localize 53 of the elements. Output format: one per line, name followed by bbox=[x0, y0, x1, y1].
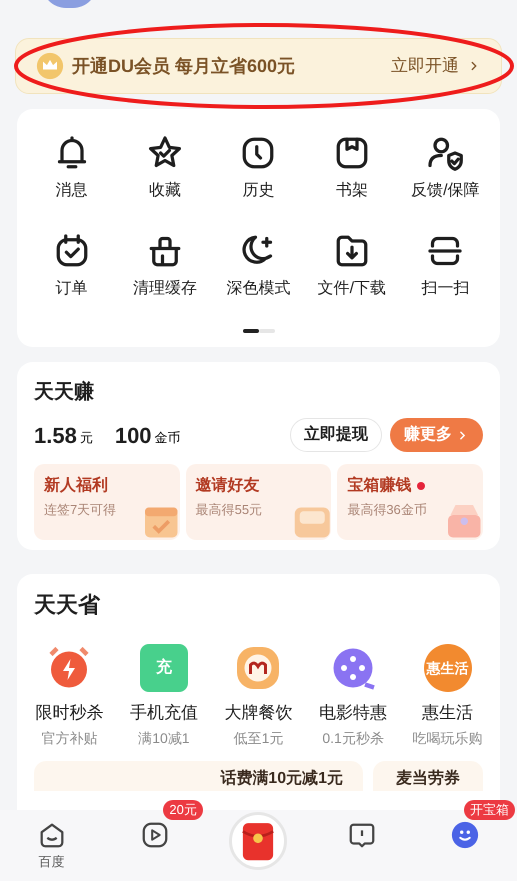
task-subtitle: 最高得36金币 bbox=[347, 501, 428, 519]
nav-tab[interactable] bbox=[450, 820, 480, 850]
tool-label[interactable]: 收藏 bbox=[149, 179, 182, 203]
deal-subtitle: 低至1元 bbox=[234, 728, 284, 748]
crown-icon bbox=[36, 52, 64, 80]
nav-tab[interactable] bbox=[140, 820, 170, 850]
tool-label[interactable]: 扫一扫 bbox=[421, 277, 470, 301]
tool-label[interactable]: 清理缓存 bbox=[133, 277, 198, 301]
coin-unit: 金币 bbox=[154, 428, 181, 447]
deal-subtitle: 官方补贴 bbox=[41, 728, 98, 748]
task-card[interactable]: 邀请好友 最高得55元 bbox=[186, 464, 332, 540]
vip-offer-text: 开通DU会员 每月立省600元 bbox=[72, 54, 296, 78]
deal-label[interactable]: 大牌餐饮 bbox=[224, 700, 292, 726]
section-title: 天天省 bbox=[34, 591, 102, 619]
task-card[interactable]: 宝箱赚钱 最高得36金币 bbox=[337, 464, 483, 540]
vip-open-link[interactable]: 立即开通 bbox=[391, 53, 459, 79]
phone-recharge-icon: 充 bbox=[140, 644, 188, 692]
vip-banner[interactable]: 开通DU会员 每月立省600元 立即开通 bbox=[15, 38, 502, 94]
deal-label[interactable]: 惠生活 bbox=[422, 700, 474, 726]
deal-label[interactable]: 限时秒杀 bbox=[35, 700, 104, 726]
cash-unit: 元 bbox=[80, 428, 93, 447]
tool-label[interactable]: 深色模式 bbox=[226, 277, 290, 301]
promo-title: 话费满10元减1元 bbox=[220, 768, 343, 788]
coin-amount: 100 bbox=[114, 422, 152, 450]
promo-title: 麦当劳券 bbox=[396, 768, 460, 788]
tool-label[interactable]: 反馈/保障 bbox=[411, 179, 480, 203]
deal-label[interactable]: 手机充值 bbox=[130, 700, 198, 726]
promo-card[interactable]: 麦当劳券 bbox=[373, 760, 483, 790]
cash-amount: 1.58 bbox=[34, 422, 77, 450]
task-subtitle: 最高得55元 bbox=[196, 501, 264, 519]
tool-label[interactable]: 历史 bbox=[242, 179, 274, 203]
task-title: 新人福利 bbox=[44, 475, 108, 496]
tool-label[interactable]: 书架 bbox=[336, 179, 368, 203]
round-badge-icon: 惠生活 bbox=[424, 644, 472, 692]
smiley-icon bbox=[450, 820, 480, 850]
tool-label[interactable]: 文件/下载 bbox=[318, 277, 386, 301]
play-icon bbox=[140, 820, 170, 850]
promo-card[interactable]: 话费满10元减1元 bbox=[34, 760, 363, 790]
deal-subtitle: 0.1元秒杀 bbox=[322, 728, 384, 748]
task-title: 宝箱赚钱 bbox=[347, 475, 412, 496]
task-subtitle: 连签7天可得 bbox=[44, 501, 118, 519]
nav-label[interactable]: 百度 bbox=[38, 852, 65, 872]
withdraw-button[interactable]: 立即提现 bbox=[290, 418, 382, 452]
task-title: 邀请好友 bbox=[196, 476, 260, 496]
nav-badge: 20元 bbox=[163, 800, 203, 820]
deal-subtitle: 满10减1 bbox=[138, 728, 190, 748]
tool-label[interactable]: 消息 bbox=[56, 179, 88, 203]
deal-subtitle: 吃喝玩乐购 bbox=[412, 728, 483, 748]
nav-badge: 开宝箱 bbox=[464, 800, 515, 820]
tool-label[interactable]: 订单 bbox=[56, 277, 88, 301]
deal-label[interactable]: 电影特惠 bbox=[319, 700, 388, 726]
task-card[interactable]: 新人福利 连签7天可得 bbox=[34, 464, 180, 540]
section-title: 天天赚 bbox=[34, 380, 95, 405]
